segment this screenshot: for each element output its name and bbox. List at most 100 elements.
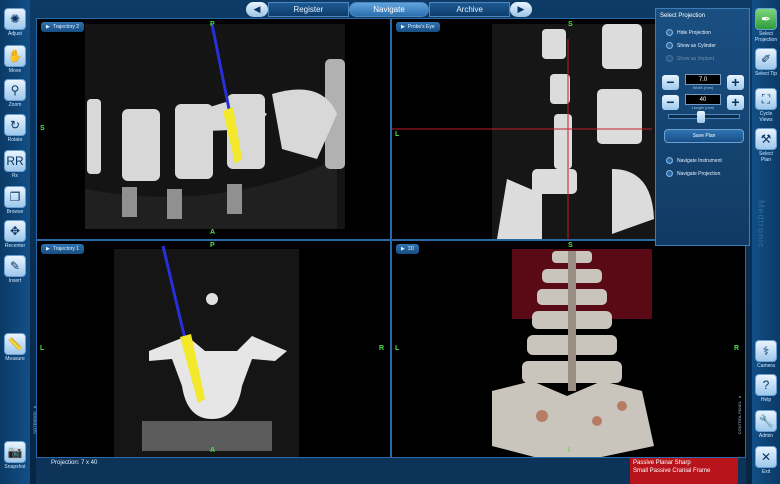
tool-label: Help: [760, 397, 772, 403]
panel-title: Select Projection: [660, 13, 706, 19]
viewport-title: Probe's Eye: [407, 24, 435, 30]
orient-top: S: [568, 242, 573, 249]
alert-frame: Small Passive Cranial Frame: [633, 468, 711, 474]
save-plan-button[interactable]: Save Plan: [664, 129, 744, 143]
orient-top: P: [210, 242, 215, 249]
browse-tool[interactable]: ❐ Browse: [3, 186, 27, 215]
tool-label: Recenter: [4, 243, 26, 249]
notebook-tab[interactable]: NOTEBOOK ▸: [32, 405, 37, 434]
viewport-tab[interactable]: ▶ 3D: [396, 244, 420, 254]
radio-show-implant[interactable]: Show as Implant: [666, 55, 749, 62]
cycle-views-tool[interactable]: ⛶ Cycle Views: [754, 88, 778, 123]
control-panel-tab[interactable]: CONTROL PANEL ▸: [737, 395, 742, 434]
adjust-tool[interactable]: ✺ Adjust: [3, 8, 27, 37]
admin-tool[interactable]: 🔧 Admin: [754, 410, 778, 439]
select-projection-panel: Select Projection Hide Projection Show a…: [655, 8, 750, 246]
orient-top: S: [568, 21, 573, 28]
radio-label: Navigate Projection: [677, 170, 721, 177]
play-icon: ▶: [401, 24, 405, 30]
tool-label: Snapshot: [4, 464, 26, 470]
select-plan-tool[interactable]: ⚒ Select Plan: [754, 128, 778, 163]
play-icon: ▶: [401, 246, 405, 252]
radio-label: Show as Implant: [677, 55, 714, 62]
radio-label: Show as Cylinder: [677, 42, 716, 49]
length-slider[interactable]: [668, 111, 740, 123]
length-unit: Length (mm): [691, 105, 715, 110]
viewport-trajectory-1[interactable]: ▶ Trajectory 1 P L R A: [36, 240, 391, 458]
radio-icon: [666, 170, 673, 177]
spine-3d-render: [492, 249, 654, 457]
tool-label: Select Projection: [754, 31, 778, 43]
width-increment-button[interactable]: +: [727, 74, 744, 90]
tool-label: Exit: [761, 469, 771, 475]
viewport-grid: ▶ Trajectory 2 P S A ▶ Probe's Eye S L ▶…: [36, 18, 746, 458]
wrench-icon: 🔧: [755, 410, 777, 432]
rotate-icon: ↻: [4, 114, 26, 136]
orient-line-label: L: [395, 131, 400, 138]
viewport-trajectory-2[interactable]: ▶ Trajectory 2 P S A: [36, 18, 391, 240]
select-projection-tool[interactable]: ✒ Select Projection: [754, 8, 778, 43]
length-decrement-button[interactable]: −: [662, 94, 679, 110]
arrow-left-icon[interactable]: ◀: [246, 1, 268, 17]
viewport-title: 3D: [407, 246, 415, 252]
width-decrement-button[interactable]: −: [662, 74, 679, 90]
width-value[interactable]: 7.0: [685, 74, 721, 85]
measure-tool[interactable]: 📏 Measure: [3, 333, 27, 362]
radio-hide-projection[interactable]: Hide Projection: [666, 29, 749, 36]
move-tool[interactable]: ✋ Move: [3, 45, 27, 74]
probe-icon: ✒: [755, 8, 777, 30]
viewport-title: Trajectory 1: [52, 246, 80, 252]
orient-bottom: A: [210, 229, 216, 236]
insert-tool[interactable]: ✎ Insert: [3, 255, 27, 284]
tool-label: Adjust: [8, 31, 22, 37]
viewport-tab[interactable]: ▶ Probe's Eye: [396, 22, 440, 32]
length-increment-button[interactable]: +: [727, 94, 744, 110]
tool-label: Zoom: [8, 102, 22, 108]
tool-label: Camera: [757, 363, 775, 369]
question-icon: ?: [755, 374, 777, 396]
radio-show-cylinder[interactable]: Show as Cylinder: [666, 42, 749, 49]
sun-icon: ✺: [4, 8, 26, 30]
viewport-title: Trajectory 2: [52, 24, 80, 30]
workflow-nav: ◀ Register Navigate Archive ▶: [246, 1, 533, 17]
radio-navigate-instrument[interactable]: Navigate Instrument: [666, 157, 749, 164]
viewport-tab[interactable]: ▶ Trajectory 2: [41, 22, 85, 32]
rx-icon: RR: [4, 150, 26, 172]
orient-left: L: [395, 345, 400, 352]
zoom-tool[interactable]: ⚲ Zoom: [3, 79, 27, 108]
rx-tool[interactable]: RR Rx: [3, 150, 27, 179]
tool-label: Rotate: [7, 137, 23, 143]
tab-archive[interactable]: Archive: [429, 1, 511, 17]
brand-watermark: Medtronic: [756, 200, 766, 249]
hand-icon: ✋: [4, 45, 26, 67]
exit-tool[interactable]: ✕ Exit: [754, 446, 778, 475]
help-tool[interactable]: ? Help: [754, 374, 778, 403]
tracking-alerts: Passive Planar Sharp Small Passive Crani…: [630, 458, 738, 484]
tool-label: Insert: [8, 278, 22, 284]
radio-icon: [666, 157, 673, 164]
camera-icon: 📷: [4, 441, 26, 463]
snapshot-tool[interactable]: 📷 Snapshot: [3, 441, 27, 470]
ruler-icon: 📏: [4, 333, 26, 355]
slider-thumb[interactable]: [697, 111, 705, 123]
tab-register[interactable]: Register: [268, 1, 349, 17]
length-value[interactable]: 40: [685, 94, 721, 105]
rotate-tool[interactable]: ↻ Rotate: [3, 114, 27, 143]
radio-navigate-projection[interactable]: Navigate Projection: [666, 170, 749, 177]
select-tip-tool[interactable]: ✐ Select Tip: [754, 48, 778, 77]
tab-navigate[interactable]: Navigate: [348, 1, 430, 17]
radio-icon: [666, 55, 673, 62]
arrow-right-icon[interactable]: ▶: [510, 1, 533, 17]
camera-tool[interactable]: ⚕ Camera: [754, 340, 778, 369]
plan-icon: ⚒: [755, 128, 777, 150]
tool-label: Move: [8, 68, 22, 74]
viewport-3d[interactable]: ▶ 3D S L R I: [391, 240, 746, 458]
viewport-tab[interactable]: ▶ Trajectory 1: [41, 244, 85, 254]
orient-right: R: [379, 345, 385, 352]
orient-bottom: I: [568, 447, 570, 454]
radio-icon: [666, 29, 673, 36]
navigation-app: ◀ Register Navigate Archive ▶ ✺ Adjust ✋ Mo…: [0, 0, 780, 484]
radio-label: Navigate Instrument: [677, 157, 722, 164]
recenter-tool[interactable]: ✥ Recenter: [3, 220, 27, 249]
ct-sagittal-image: [85, 23, 345, 229]
